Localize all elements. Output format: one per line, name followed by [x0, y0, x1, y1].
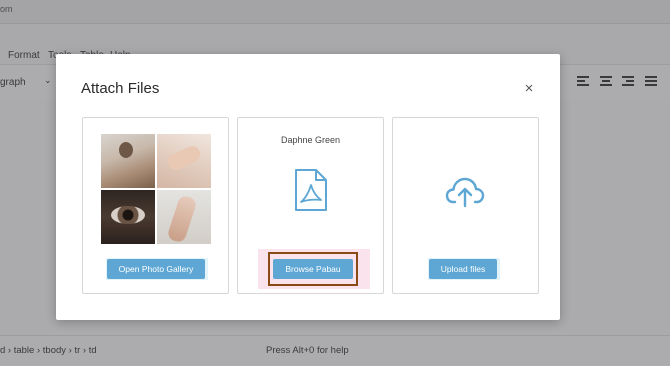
gallery-photo [157, 190, 211, 244]
gallery-photo [101, 190, 155, 244]
attach-files-dialog: Attach Files × Open Photo Gallery Daphne… [56, 54, 560, 320]
gallery-photo [157, 134, 211, 188]
cloud-upload-icon [445, 177, 485, 208]
dialog-title: Attach Files [81, 80, 160, 97]
gallery-photo [101, 134, 155, 188]
browse-pabau-card: Daphne Green Browse Pabau [237, 117, 384, 294]
selection-highlight [268, 252, 358, 286]
user-name: Daphne Green [280, 135, 341, 145]
open-photo-gallery-button[interactable]: Open Photo Gallery [107, 259, 205, 279]
pdf-file-icon [295, 169, 327, 211]
upload-files-card: Upload files [392, 117, 539, 294]
close-button[interactable]: × [519, 78, 539, 98]
upload-button-wrap: Upload files [428, 258, 500, 280]
close-icon: × [524, 79, 534, 97]
photo-grid [101, 134, 211, 244]
pabau-button-wrap: Browse Pabau [258, 249, 370, 289]
upload-files-button[interactable]: Upload files [429, 259, 497, 279]
photo-gallery-card: Open Photo Gallery [82, 117, 229, 294]
gallery-button-wrap: Open Photo Gallery [106, 258, 208, 280]
